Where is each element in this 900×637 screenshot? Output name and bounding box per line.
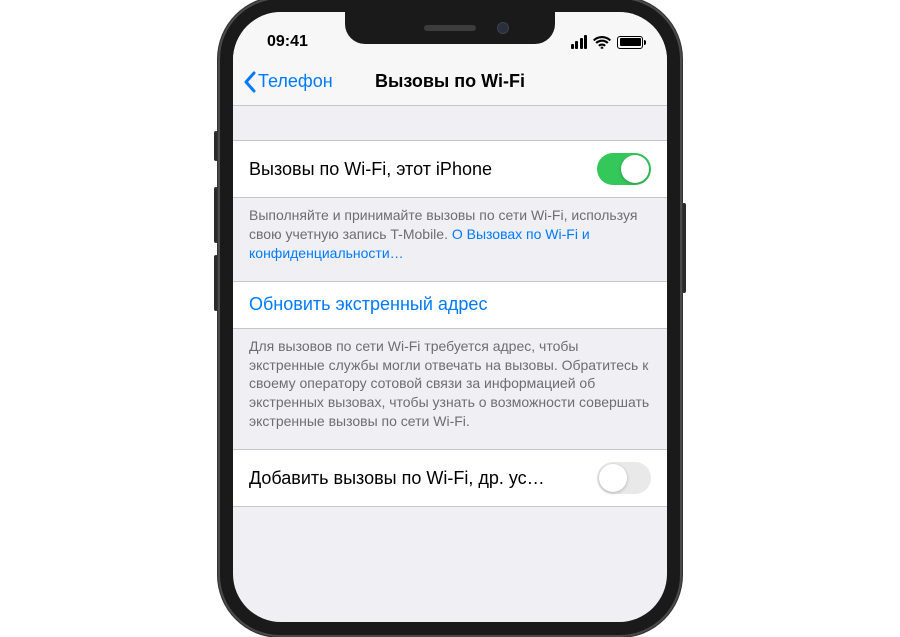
wifi-calling-this-iphone-row[interactable]: Вызовы по Wi-Fi, этот iPhone [233, 140, 667, 198]
wifi-calling-toggle[interactable] [597, 153, 651, 185]
screen: 09:41 Телефон Вызовы по Wi-Fi [233, 12, 667, 622]
other-devices-toggle[interactable] [597, 462, 651, 494]
status-indicators [571, 35, 644, 49]
back-button[interactable]: Телефон [243, 71, 333, 93]
update-emergency-address-label: Обновить экстренный адрес [249, 294, 487, 315]
nav-bar: Телефон Вызовы по Wi-Fi [233, 58, 667, 106]
phone-frame: 09:41 Телефон Вызовы по Wi-Fi [218, 0, 682, 637]
update-emergency-address-row[interactable]: Обновить экстренный адрес [233, 281, 667, 329]
speaker-grille [424, 25, 476, 31]
back-label: Телефон [258, 71, 333, 92]
phone-device: 09:41 Телефон Вызовы по Wi-Fi [218, 0, 682, 637]
battery-icon [617, 36, 643, 49]
wifi-icon [593, 36, 611, 49]
wifi-calling-footer: Выполняйте и принимайте вызовы по сети W… [233, 198, 667, 281]
emergency-address-footer: Для вызовов по сети Wi-Fi требуется адре… [233, 329, 667, 449]
wifi-calling-label: Вызовы по Wi-Fi, этот iPhone [249, 159, 500, 180]
other-devices-label: Добавить вызовы по Wi-Fi, др. ус… [249, 468, 553, 489]
chevron-left-icon [243, 71, 256, 93]
front-camera [497, 22, 509, 34]
nav-title: Вызовы по Wi-Fi [375, 71, 525, 92]
cellular-signal-icon [571, 35, 588, 49]
add-wifi-calling-other-devices-row[interactable]: Добавить вызовы по Wi-Fi, др. ус… [233, 449, 667, 507]
section-spacer [233, 106, 667, 140]
settings-content: Вызовы по Wi-Fi, этот iPhone Выполняйте … [233, 106, 667, 507]
status-time: 09:41 [267, 33, 308, 51]
notch [345, 12, 555, 44]
power-button [682, 203, 686, 293]
